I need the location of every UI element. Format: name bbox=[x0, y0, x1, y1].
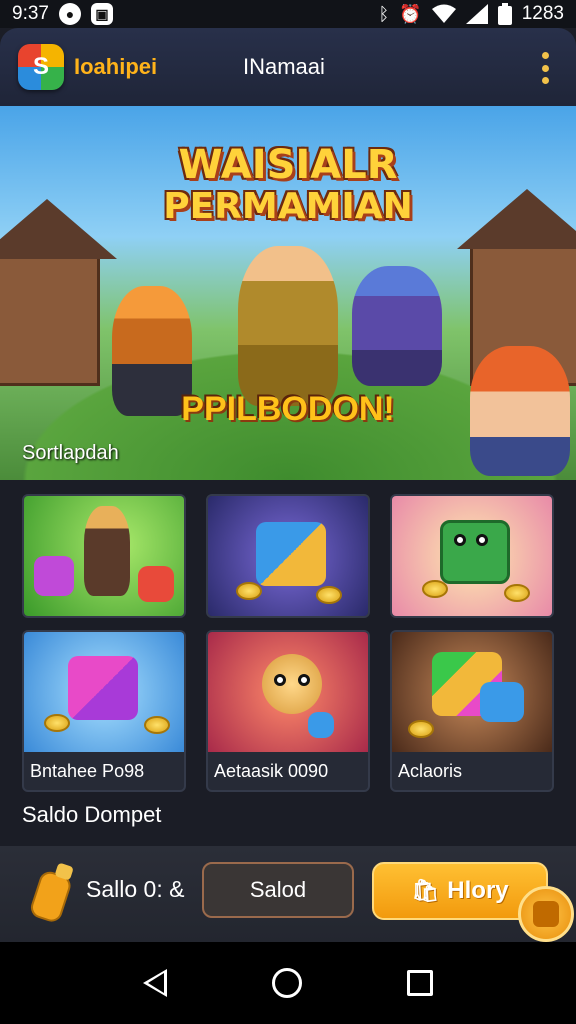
game-thumbnail bbox=[208, 632, 368, 752]
status-time-left: 9:37 bbox=[12, 3, 49, 24]
signal-icon bbox=[465, 4, 488, 24]
brand-name: Ioahipei bbox=[74, 54, 158, 79]
game-thumbnail bbox=[24, 632, 184, 752]
game-card-cube-blue[interactable] bbox=[206, 494, 370, 618]
game-thumbnail bbox=[208, 496, 368, 616]
notification-icon: ▣ bbox=[90, 3, 113, 25]
hero-character-center bbox=[238, 246, 338, 406]
wifi-icon bbox=[431, 4, 456, 23]
game-card-cube-stack[interactable]: Aclaoris bbox=[390, 630, 554, 792]
app-logo-icon[interactable]: S bbox=[18, 44, 64, 90]
page-title: INamaai bbox=[243, 54, 325, 79]
floating-action-icon[interactable] bbox=[518, 886, 574, 942]
game-card-label: Bntahee Po98 bbox=[30, 761, 145, 781]
house-left-illustration bbox=[0, 199, 117, 386]
section-title: Saldo Dompet bbox=[22, 802, 162, 827]
app-bar: S Ioahipei INamaai bbox=[0, 28, 576, 106]
status-time-right: 1283 bbox=[521, 3, 564, 24]
game-card-gift-cube[interactable]: Bntahee Po98 bbox=[22, 630, 186, 792]
bluetooth-icon: ᛒ bbox=[378, 3, 390, 24]
game-thumbnail bbox=[392, 632, 552, 752]
hero-banner[interactable]: WAISIALR PERMAMIAN PPILBODON! Sortlapdah bbox=[0, 106, 576, 480]
back-icon[interactable] bbox=[142, 969, 167, 997]
home-icon[interactable] bbox=[271, 968, 302, 998]
game-card-warriors[interactable] bbox=[22, 494, 186, 618]
game-card-bomb[interactable]: Aetaasik 0090 bbox=[206, 630, 370, 792]
system-nav-bar bbox=[0, 942, 576, 1024]
history-button-label: Hlory bbox=[447, 877, 509, 904]
lighter-wallet-icon bbox=[30, 863, 73, 922]
battery-icon bbox=[497, 3, 512, 25]
game-thumbnail bbox=[24, 496, 184, 616]
bottom-action-bar: Sallo 0: & Salod 🛍 Hlory bbox=[0, 846, 576, 942]
hero-title-line2: PERMAMIAN bbox=[163, 186, 413, 227]
hero-character-right bbox=[352, 266, 442, 386]
status-bar: 9:37 ● ▣ ᛒ ⏰ 1283 bbox=[0, 0, 576, 28]
game-thumbnail bbox=[392, 496, 552, 616]
recent-apps-icon[interactable] bbox=[407, 970, 434, 996]
hero-title: WAISIALR bbox=[178, 142, 398, 188]
hero-subtitle: PPILBODON! bbox=[181, 390, 395, 428]
salod-button[interactable]: Salod bbox=[202, 862, 354, 918]
bag-icon: 🛍 bbox=[411, 878, 440, 903]
game-card-label: Aetaasik 0090 bbox=[214, 761, 329, 781]
game-card-label: Aclaoris bbox=[398, 761, 463, 781]
alarm-icon: ⏰ bbox=[399, 3, 422, 24]
messenger-icon: ● bbox=[58, 3, 81, 25]
more-options-icon[interactable] bbox=[538, 52, 552, 84]
game-card-cube-green[interactable] bbox=[390, 494, 554, 618]
hero-caption: Sortlapdah bbox=[22, 442, 119, 464]
wallet-balance: Sallo 0: & bbox=[86, 876, 185, 902]
